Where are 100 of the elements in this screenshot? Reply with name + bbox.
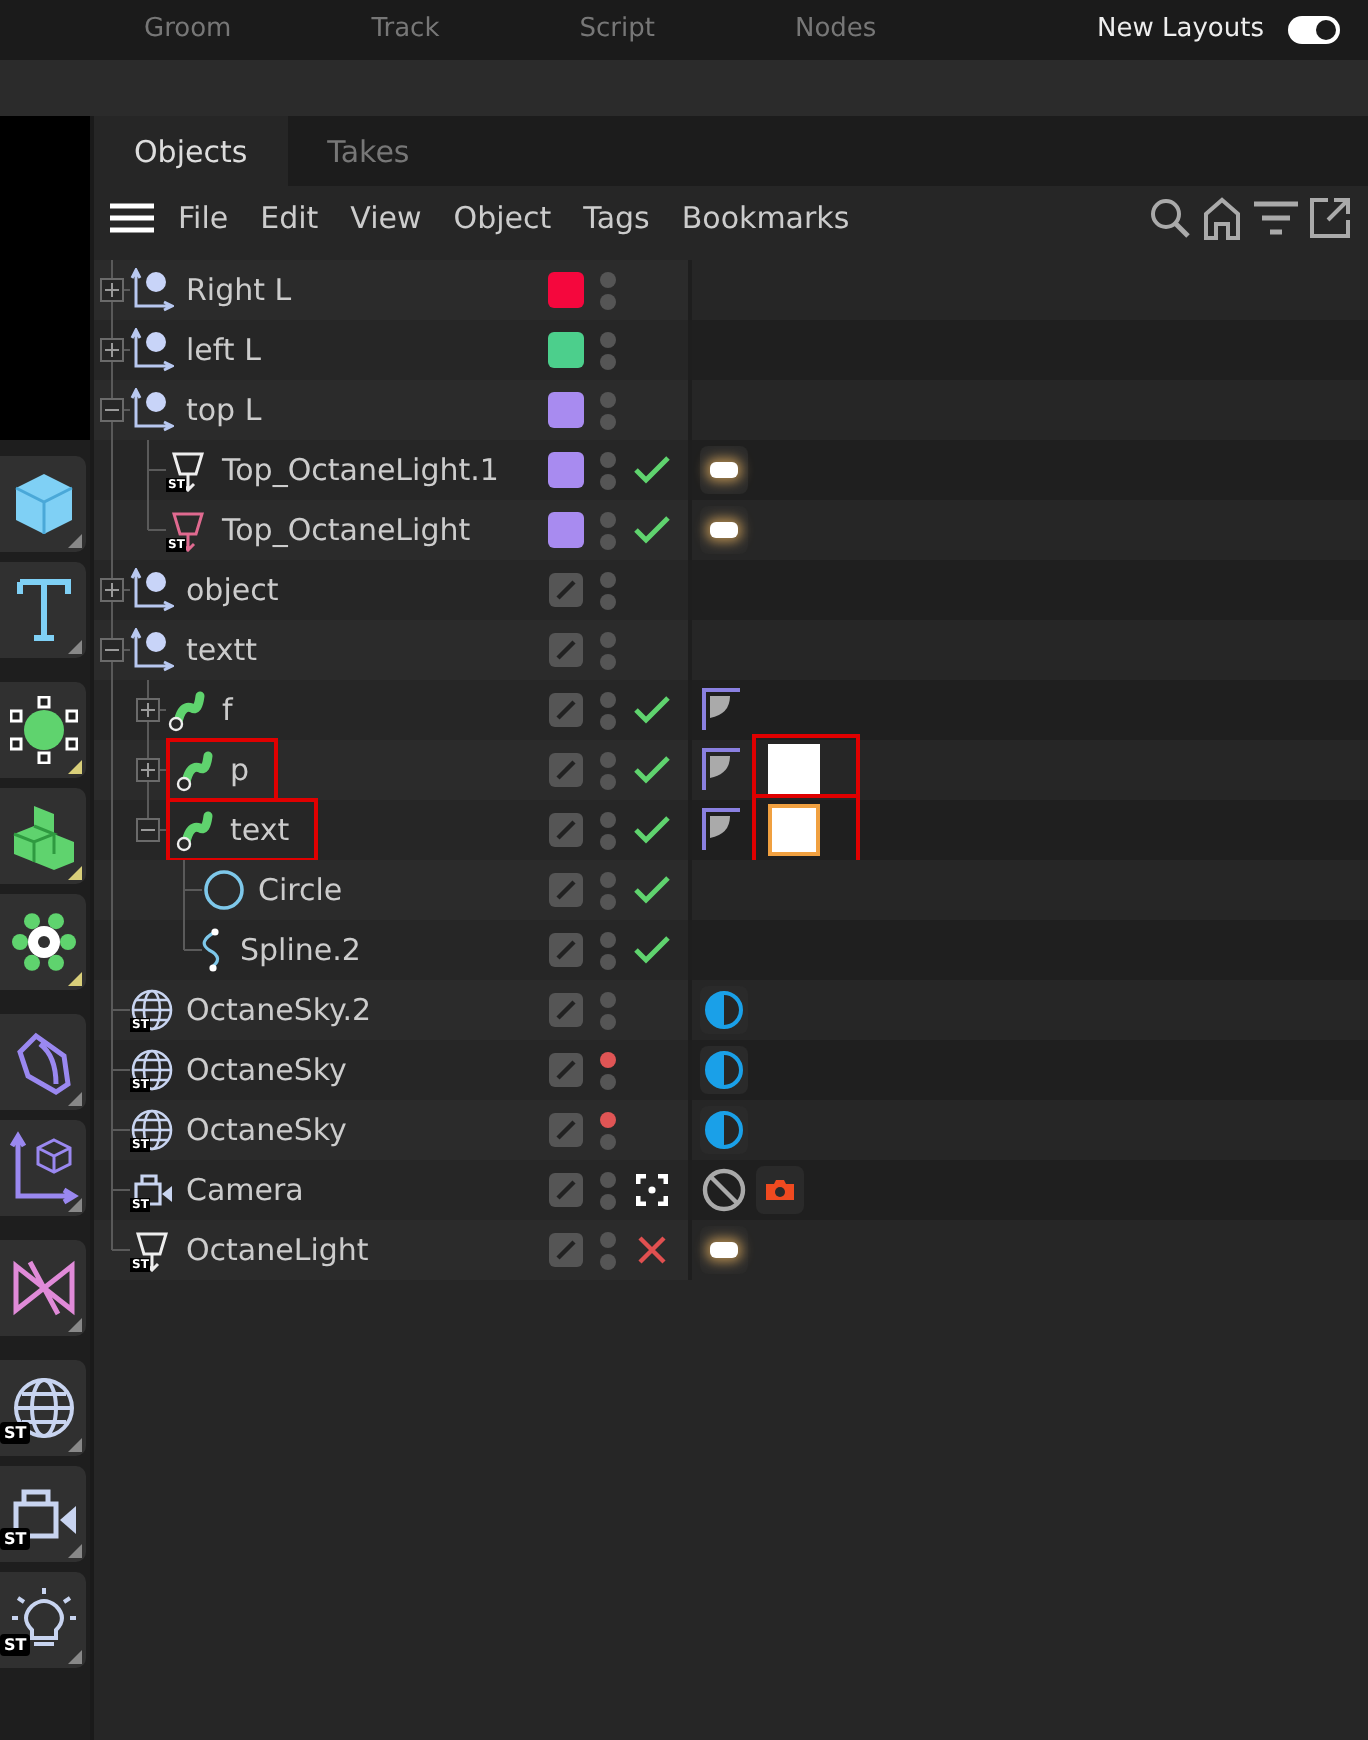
render-visibility-dot[interactable] xyxy=(600,593,616,609)
render-visibility-dot[interactable] xyxy=(600,473,616,489)
editor-visibility-dot[interactable] xyxy=(600,631,616,647)
check-icon[interactable] xyxy=(634,456,670,484)
half-circle-tag-icon[interactable] xyxy=(700,1106,748,1154)
object-name[interactable]: f xyxy=(222,692,233,728)
editor-visibility-dot[interactable] xyxy=(600,751,616,767)
editor-visibility-dot[interactable] xyxy=(600,811,616,827)
half-circle-tag-icon[interactable] xyxy=(700,1046,748,1094)
editor-visibility-dot[interactable] xyxy=(600,451,616,467)
object-name[interactable]: top L xyxy=(186,392,262,428)
editor-visibility-dot[interactable] xyxy=(600,1051,616,1067)
expand-toggle[interactable] xyxy=(100,578,124,602)
object-name[interactable]: Spline.2 xyxy=(240,932,361,968)
toolbar-button[interactable] xyxy=(0,562,86,658)
object-name[interactable]: OctaneSky xyxy=(186,1112,347,1148)
menu-item[interactable]: Nodes xyxy=(794,14,877,46)
search-icon[interactable] xyxy=(1148,196,1192,240)
render-visibility-dot[interactable] xyxy=(600,833,616,849)
tab[interactable]: Takes xyxy=(287,116,450,186)
editor-visibility-dot[interactable] xyxy=(600,1111,616,1127)
editor-visibility-dot[interactable] xyxy=(600,271,616,287)
object-name[interactable]: OctaneSky xyxy=(186,1052,347,1088)
expand-toggle[interactable] xyxy=(100,278,124,302)
object-name[interactable]: object xyxy=(186,572,279,608)
point-selection-icon[interactable] xyxy=(9,696,77,764)
object-name[interactable]: Top_OctaneLight.1 xyxy=(222,452,499,488)
globe-icon[interactable] xyxy=(9,1374,77,1442)
external-link-icon[interactable] xyxy=(1308,196,1352,240)
material-tag[interactable] xyxy=(768,744,820,796)
layer-swatch[interactable] xyxy=(548,512,584,548)
render-visibility-dot[interactable] xyxy=(600,1133,616,1149)
toolbar-button[interactable] xyxy=(0,894,86,990)
editor-visibility-dot[interactable] xyxy=(600,511,616,527)
check-icon[interactable] xyxy=(634,876,670,904)
home-icon[interactable] xyxy=(1200,196,1244,240)
render-visibility-dot[interactable] xyxy=(600,1253,616,1269)
light-tag-icon[interactable] xyxy=(700,446,748,494)
render-visibility-dot[interactable] xyxy=(600,1193,616,1209)
phong-tag-icon[interactable] xyxy=(700,806,744,854)
editor-visibility-dot[interactable] xyxy=(600,331,616,347)
editor-visibility-dot[interactable] xyxy=(600,871,616,887)
menu-item[interactable]: Track xyxy=(371,14,440,46)
render-visibility-dot[interactable] xyxy=(600,953,616,969)
layer-swatch[interactable] xyxy=(548,392,584,428)
check-icon[interactable] xyxy=(634,756,670,784)
menu-item[interactable]: Object xyxy=(437,200,568,236)
toolbar-button[interactable] xyxy=(0,788,86,884)
layer-swatch[interactable] xyxy=(548,332,584,368)
menu-item[interactable]: Tags xyxy=(567,200,666,236)
render-visibility-dot[interactable] xyxy=(600,1013,616,1029)
bent-tube-icon[interactable] xyxy=(11,1028,75,1096)
menu-item[interactable]: View xyxy=(334,200,438,236)
menu-item[interactable]: Edit xyxy=(244,200,335,236)
filter-icon[interactable] xyxy=(1252,198,1300,238)
editor-visibility-dot[interactable] xyxy=(600,1171,616,1187)
layout-toggle[interactable] xyxy=(1288,16,1340,44)
object-name[interactable]: left L xyxy=(186,332,261,368)
layer-swatch[interactable] xyxy=(548,452,584,488)
render-visibility-dot[interactable] xyxy=(600,353,616,369)
object-name[interactable]: textt xyxy=(186,632,257,668)
object-name[interactable]: p xyxy=(230,752,250,788)
half-circle-tag-icon[interactable] xyxy=(700,986,748,1034)
collapse-toggle[interactable] xyxy=(136,818,160,842)
editor-visibility-dot[interactable] xyxy=(600,691,616,707)
toolbar-button[interactable] xyxy=(0,456,86,552)
menu-item[interactable]: Bookmarks xyxy=(665,200,866,236)
render-visibility-dot[interactable] xyxy=(600,653,616,669)
menu-icon[interactable] xyxy=(110,202,154,234)
text-tool-icon[interactable] xyxy=(13,576,73,644)
focus-icon[interactable] xyxy=(636,1174,668,1206)
render-visibility-dot[interactable] xyxy=(600,293,616,309)
object-name[interactable]: text xyxy=(230,812,290,848)
editor-visibility-dot[interactable] xyxy=(600,991,616,1007)
cubes-icon[interactable] xyxy=(9,802,77,870)
cross-icon[interactable] xyxy=(638,1236,666,1264)
light-tag-icon[interactable] xyxy=(700,506,748,554)
menu-item[interactable]: Script xyxy=(579,14,655,46)
expand-toggle[interactable] xyxy=(136,758,160,782)
object-name[interactable]: OctaneLight xyxy=(186,1232,369,1268)
phong-tag-icon[interactable] xyxy=(700,746,744,794)
editor-visibility-dot[interactable] xyxy=(600,1231,616,1247)
render-visibility-dot[interactable] xyxy=(600,773,616,789)
tab[interactable]: Objects xyxy=(94,116,288,186)
object-name[interactable]: Top_OctaneLight xyxy=(222,512,471,548)
collapse-toggle[interactable] xyxy=(100,638,124,662)
object-name[interactable]: Circle xyxy=(258,872,343,908)
render-visibility-dot[interactable] xyxy=(600,713,616,729)
camera-tag-icon[interactable] xyxy=(756,1166,804,1214)
editor-visibility-dot[interactable] xyxy=(600,391,616,407)
object-name[interactable]: OctaneSky.2 xyxy=(186,992,372,1028)
object-name[interactable]: Right L xyxy=(186,272,292,308)
gear-icon[interactable] xyxy=(9,908,77,976)
toolbar-button[interactable] xyxy=(0,682,86,778)
check-icon[interactable] xyxy=(634,816,670,844)
menu-item[interactable]: File xyxy=(162,200,245,236)
check-icon[interactable] xyxy=(634,516,670,544)
prohibited-tag-icon[interactable] xyxy=(700,1166,748,1214)
render-visibility-dot[interactable] xyxy=(600,893,616,909)
collapse-toggle[interactable] xyxy=(100,398,124,422)
